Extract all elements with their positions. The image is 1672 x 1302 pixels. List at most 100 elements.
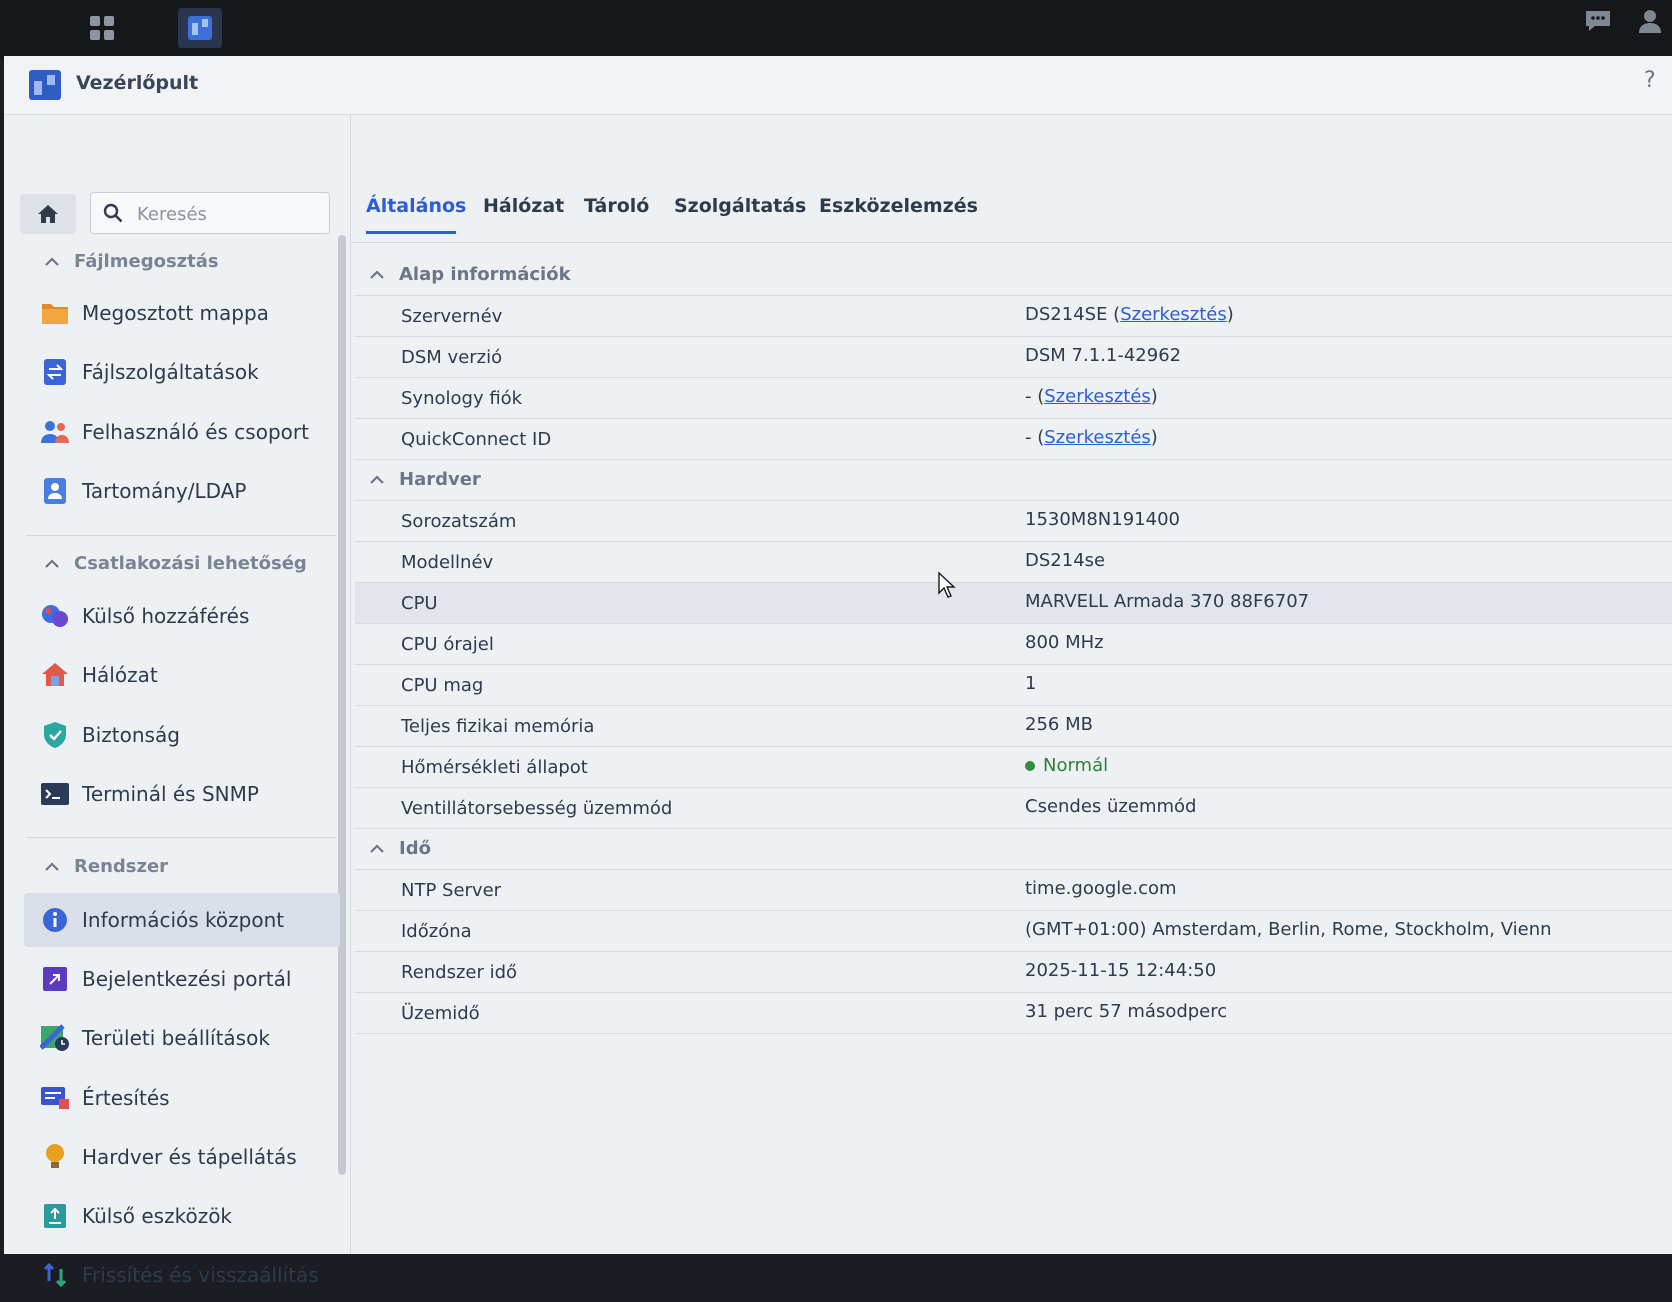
info-row-thermal-status: Hőmérsékleti állapot Normál [355, 747, 1672, 788]
info-row-system-time: Rendszer idő 2025-11-15 12:44:50 [355, 952, 1672, 993]
sidebar-item-security[interactable]: Biztonság [24, 708, 340, 762]
info-icon [40, 905, 70, 935]
taskbar [0, 0, 1672, 58]
edit-quickconnect-link[interactable]: Szerkesztés [1044, 427, 1151, 448]
info-value: DS214se [1025, 550, 1106, 571]
shield-icon [40, 720, 70, 750]
user-icon [1639, 10, 1661, 33]
mouse-cursor-icon [938, 571, 956, 598]
tab-storage[interactable]: Tároló [584, 195, 649, 217]
sidebar-item-external-devices[interactable]: Külső eszközök [24, 1189, 340, 1243]
info-value: DSM 7.1.1-42962 [1025, 345, 1182, 366]
group-title: Alap információk [399, 264, 571, 285]
window-title: Vezérlőpult [76, 72, 199, 94]
user-button[interactable] [1630, 4, 1670, 38]
sidebar-item-notification[interactable]: Értesítés [24, 1071, 340, 1125]
info-value: 1530M8N191400 [1025, 509, 1180, 530]
info-row-uptime: Üzemidő 31 perc 57 másodperc [355, 993, 1672, 1034]
status-dot-icon [1025, 761, 1035, 771]
sidebar-item-external-access[interactable]: Külső hozzáférés [24, 589, 340, 643]
sidebar-item-shared-folder[interactable]: Megosztott mappa [24, 286, 340, 340]
control-panel-icon [188, 16, 212, 40]
home-icon [38, 205, 58, 223]
sidebar: Fájlmegosztás Megosztott mappa Fájlszolg… [4, 115, 351, 1288]
info-row-fan-mode: Ventillátorsebesség üzemmód Csendes üzem… [355, 788, 1672, 829]
section-title: Fájlmegosztás [74, 251, 219, 272]
grid-icon [90, 16, 114, 40]
synology-account-value: - [1025, 386, 1032, 407]
tab-device-analytics[interactable]: Eszközelemzés [819, 195, 978, 217]
taskbar-control-panel-button[interactable] [178, 8, 222, 48]
sidebar-item-regional-options[interactable]: Területi beállítások [24, 1011, 340, 1065]
info-label: Üzemidő [401, 1003, 480, 1024]
sidebar-item-label: Frissítés és visszaállítás [82, 1263, 319, 1287]
info-row-synology-account: Synology fiók - (Szerkesztés) [355, 378, 1672, 419]
external-access-icon [40, 601, 70, 631]
section-header-system[interactable]: Rendszer [44, 856, 168, 877]
thermal-status-value: Normál [1043, 755, 1109, 776]
tab-network[interactable]: Hálózat [483, 195, 564, 217]
info-value: Csendes üzemmód [1025, 796, 1197, 817]
section-header-file-sharing[interactable]: Fájlmegosztás [44, 251, 219, 272]
info-value: 2025-11-15 12:44:50 [1025, 960, 1217, 981]
sidebar-item-label: Külső eszközök [82, 1204, 233, 1228]
sidebar-item-info-center[interactable]: Információs központ [24, 893, 340, 947]
folder-icon [40, 298, 70, 328]
main-menu-button[interactable] [80, 8, 124, 48]
info-label: Rendszer idő [401, 962, 518, 983]
group-title: Idő [399, 838, 431, 859]
info-row-model-name: Modellnév DS214se [355, 542, 1672, 583]
chat-button[interactable] [1578, 4, 1618, 38]
search-input[interactable] [135, 201, 323, 227]
sidebar-item-login-portal[interactable]: Bejelentkezési portál [24, 952, 340, 1006]
info-value: 31 perc 57 másodperc [1025, 1001, 1228, 1022]
group-header-hardware[interactable]: Hardver [355, 460, 1672, 501]
info-label: Teljes fizikai memória [401, 716, 595, 737]
tab-service[interactable]: Szolgáltatás [674, 195, 806, 217]
info-row-cpu: CPU MARVELL Armada 370 88F6707 [355, 583, 1672, 624]
sidebar-item-label: Hálózat [82, 663, 158, 687]
info-value: - (Szerkesztés) [1025, 427, 1158, 448]
tab-divider [351, 242, 1672, 243]
edit-server-name-link[interactable]: Szerkesztés [1120, 304, 1227, 325]
sidebar-item-network[interactable]: Hálózat [24, 648, 340, 702]
sidebar-item-label: Információs központ [82, 908, 285, 932]
server-name-value: DS214SE [1025, 304, 1108, 325]
sidebar-item-update-restore[interactable]: Frissítés és visszaállítás [24, 1248, 340, 1302]
sidebar-item-label: Értesítés [82, 1086, 170, 1110]
ldap-icon [40, 476, 70, 506]
sidebar-item-hardware-power[interactable]: Hardver és tápellátás [24, 1130, 340, 1184]
info-value: - (Szerkesztés) [1025, 386, 1158, 407]
search-box[interactable] [90, 192, 330, 234]
chat-icon [1586, 11, 1610, 31]
group-header-time[interactable]: Idő [355, 829, 1672, 870]
sidebar-item-user-group[interactable]: Felhasználó és csoport [24, 405, 340, 459]
active-tab-indicator [366, 231, 456, 234]
info-label: DSM verzió [401, 347, 503, 368]
sidebar-item-domain-ldap[interactable]: Tartomány/LDAP [24, 464, 340, 518]
tab-general[interactable]: Általános [366, 195, 466, 217]
info-label: Időzóna [401, 921, 472, 942]
info-value: DS214SE (Szerkesztés) [1025, 304, 1234, 325]
edit-synology-account-link[interactable]: Szerkesztés [1044, 386, 1151, 407]
info-row-cpu-clock: CPU órajel 800 MHz [355, 624, 1672, 665]
chevron-up-icon [370, 269, 384, 279]
info-row-server-name: Szervernév DS214SE (Szerkesztés) [355, 296, 1672, 337]
section-header-connectivity[interactable]: Csatlakozási lehetőség [44, 553, 307, 574]
home-button[interactable] [20, 194, 76, 234]
info-value: MARVELL Armada 370 88F6707 [1025, 591, 1310, 612]
info-value: 256 MB [1025, 714, 1093, 735]
sidebar-item-label: Területi beállítások [82, 1026, 270, 1050]
group-header-basic-info[interactable]: Alap információk [355, 255, 1672, 296]
help-button[interactable]: ? [1644, 68, 1656, 93]
sidebar-item-label: Felhasználó és csoport [82, 420, 309, 444]
sidebar-item-file-services[interactable]: Fájlszolgáltatások [24, 345, 340, 399]
chevron-up-icon [370, 843, 384, 853]
regional-icon [40, 1023, 70, 1053]
info-label: CPU mag [401, 675, 484, 696]
sidebar-item-terminal-snmp[interactable]: Terminál és SNMP [24, 767, 340, 821]
info-row-dsm-version: DSM verzió DSM 7.1.1-42962 [355, 337, 1672, 378]
info-label: Synology fiók [401, 388, 523, 409]
divider [26, 535, 336, 536]
control-panel-window: Vezérlőpult ? Fájlmegosztás Megosztott m… [4, 56, 1672, 1288]
